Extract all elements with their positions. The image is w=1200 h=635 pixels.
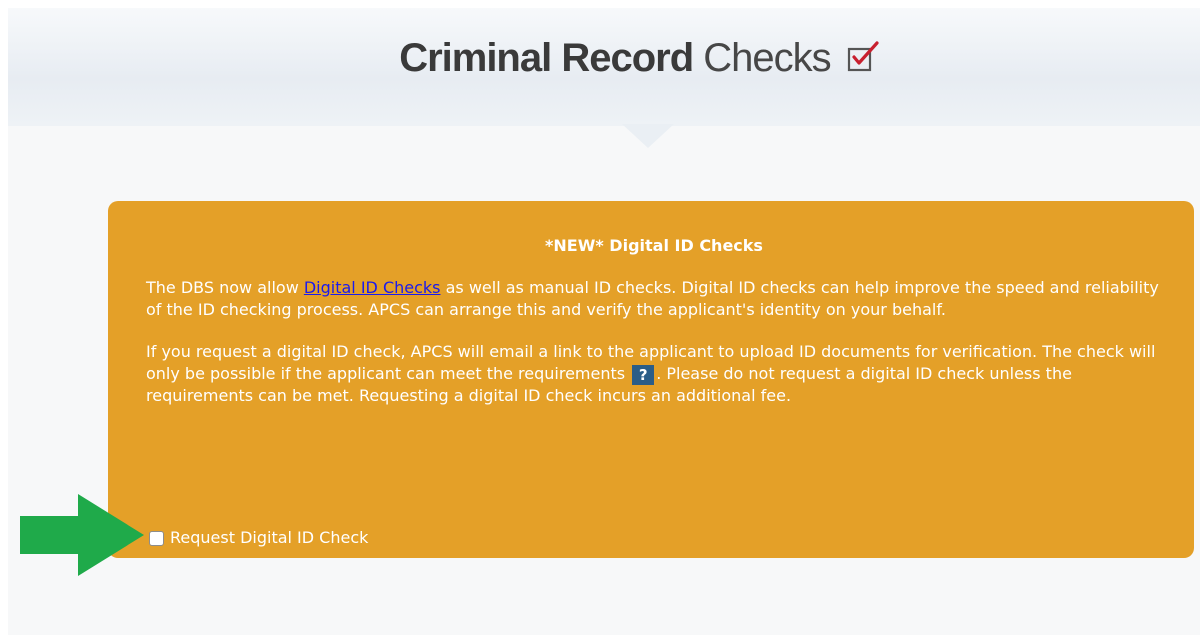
- header-notch: [622, 124, 674, 148]
- digital-id-notice: *NEW* Digital ID Checks The DBS now allo…: [108, 201, 1194, 558]
- page: Criminal Record Checks *NEW* Digital ID …: [0, 0, 1200, 635]
- notice-paragraph-requirements: If you request a digital ID check, APCS …: [146, 341, 1162, 407]
- request-digital-id-row: Request Digital ID Check: [149, 527, 368, 549]
- notice-heading: *NEW* Digital ID Checks: [545, 236, 763, 255]
- arrow-right-icon: [20, 494, 144, 576]
- notice-intro-text: The DBS now allow: [146, 278, 304, 297]
- request-digital-id-checkbox[interactable]: [149, 530, 164, 546]
- digital-id-checks-link[interactable]: Digital ID Checks: [304, 278, 441, 297]
- request-digital-id-label[interactable]: Request Digital ID Check: [170, 527, 368, 549]
- page-title-light: Checks: [703, 36, 831, 80]
- page-title-bold: Criminal Record: [399, 36, 694, 80]
- requirements-help-button[interactable]: ?: [632, 364, 655, 385]
- page-title: Criminal Record Checks: [0, 36, 1200, 81]
- notice-paragraph-intro: The DBS now allow Digital ID Checks as w…: [146, 277, 1162, 321]
- checkbox-tick-icon: [847, 41, 879, 72]
